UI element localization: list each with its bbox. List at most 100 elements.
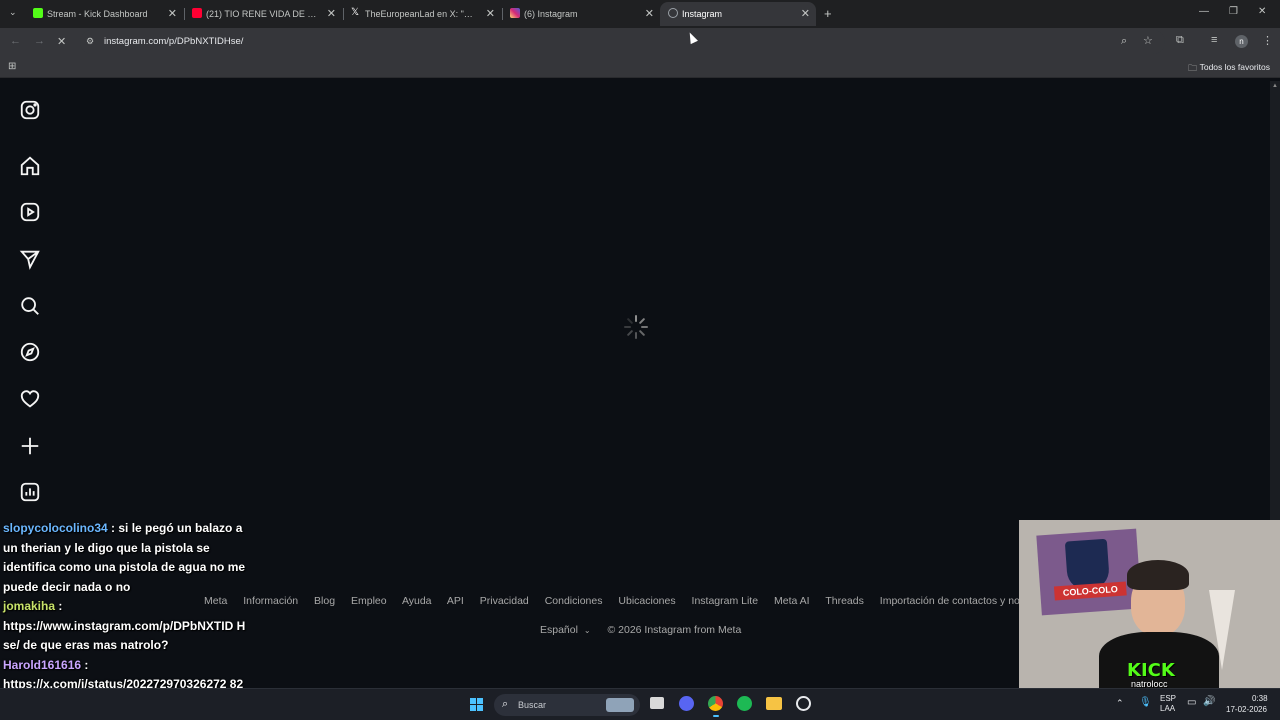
apps-grid-icon[interactable]: ⊞ [8, 61, 16, 72]
instagram-favicon-icon [510, 8, 520, 18]
tab-title: (21) TIO RENE VIDA DE ROCKST [206, 9, 322, 19]
footer-link[interactable]: Blog [314, 595, 335, 607]
media-control-icon[interactable]: ≡ [1211, 34, 1217, 46]
loading-favicon-icon [668, 8, 678, 18]
footer-link[interactable]: Condiciones [545, 595, 603, 607]
search-icon: ⌕ [502, 698, 509, 710]
tab-instagram-active[interactable]: Instagram ✕ [660, 2, 816, 26]
chat-message: jomakiha : [3, 597, 248, 617]
explore-icon[interactable] [19, 341, 41, 363]
chat-message: slopycolocolino34 : si le pegó un balazo… [3, 519, 248, 597]
messages-icon[interactable] [19, 248, 41, 270]
footer-bottom: Español ⌄ © 2026 Instagram from Meta [540, 624, 741, 636]
chat-text: : [81, 657, 89, 672]
instagram-logo-icon[interactable] [19, 99, 41, 121]
discord-icon[interactable] [679, 696, 694, 711]
network-icon[interactable]: ▭ [1187, 697, 1196, 708]
spotify-icon[interactable] [737, 696, 752, 711]
home-icon[interactable] [19, 155, 41, 177]
windows-start-icon[interactable] [470, 698, 484, 712]
chat-text: : [55, 599, 63, 613]
restore-icon[interactable]: ❐ [1229, 6, 1238, 17]
language-selector[interactable]: Español [540, 624, 578, 636]
dashboard-icon[interactable] [19, 481, 41, 503]
tab-title: Stream - Kick Dashboard [47, 9, 148, 19]
kick-favicon-icon [33, 8, 43, 18]
browser-toolbar: ← → ✕ ⚙ instagram.com/p/DPbNXTIDHse/ ⌕ ☆… [0, 28, 1280, 56]
back-icon[interactable]: ← [10, 35, 21, 47]
task-view-icon[interactable] [650, 697, 664, 709]
close-icon[interactable]: ✕ [486, 7, 495, 20]
footer-link[interactable]: Empleo [351, 595, 387, 607]
tab-youtube[interactable]: (21) TIO RENE VIDA DE ROCKST ✕ [192, 2, 336, 26]
tab-title: Instagram [682, 9, 723, 19]
chat-username: Harold161616 [3, 657, 82, 672]
bookmarks-bar: ⊞ 🗀 Todos los favoritos [0, 56, 1280, 78]
chevron-down-icon[interactable]: ⌄ [584, 626, 591, 635]
active-app-indicator [713, 715, 719, 717]
streamer-hair [1127, 560, 1189, 590]
tab-title: TheEuropeanLad en X: "Don Ca [365, 9, 477, 19]
new-tab-plus-icon[interactable]: + [824, 6, 832, 21]
footer-link[interactable]: Threads [825, 595, 864, 607]
clock-date[interactable]: 17-02-2026 [1226, 705, 1267, 714]
clock-time[interactable]: 0:38 [1252, 694, 1268, 703]
window-close-icon[interactable]: ✕ [1258, 6, 1266, 17]
language-indicator-sub[interactable]: LAA [1160, 704, 1175, 713]
search-highlight-icon [606, 698, 634, 712]
forward-icon[interactable]: → [34, 35, 45, 47]
minimize-icon[interactable]: — [1199, 6, 1209, 17]
wall-poster: COLO-COLO [1036, 528, 1142, 616]
app-icon[interactable] [796, 696, 811, 711]
chat-username: slopycolocolino34 [3, 521, 108, 535]
all-bookmarks-link[interactable]: Todos los favoritos [1200, 62, 1270, 72]
webcam-overlay: COLO-COLO KICK natrolocc [1019, 520, 1280, 688]
notifications-heart-icon[interactable] [19, 388, 41, 410]
youtube-favicon-icon [192, 8, 202, 18]
create-plus-icon[interactable] [19, 435, 41, 457]
tab-kick-dashboard[interactable]: Stream - Kick Dashboard ✕ [33, 2, 177, 26]
close-icon[interactable]: ✕ [645, 7, 654, 20]
footer-link[interactable]: Privacidad [480, 595, 529, 607]
stop-loading-icon[interactable]: ✕ [57, 35, 66, 48]
microphone-icon[interactable]: 🎙 [1139, 697, 1152, 708]
footer-link[interactable]: Importación de contactos y no usuarios [880, 595, 1020, 607]
footer-link[interactable]: Meta AI [774, 595, 810, 607]
footer-link[interactable]: Ubicaciones [618, 595, 675, 607]
tab-instagram-notifications[interactable]: (6) Instagram ✕ [510, 2, 654, 26]
chat-message: Harold161616 : [3, 656, 248, 676]
poster-text: COLO-COLO [1053, 581, 1127, 601]
chat-message: https://www.instagram.com/p/DPbNXTID Hse… [3, 617, 248, 656]
extensions-icon[interactable]: ⧉ [1176, 34, 1184, 47]
folder-icon: 🗀 [1188, 63, 1198, 73]
footer-link[interactable]: Instagram Lite [692, 595, 759, 607]
kick-logo: KICK [1127, 660, 1175, 681]
file-explorer-icon[interactable] [766, 697, 782, 710]
instagram-footer-links: Meta Información Blog Empleo Ayuda API P… [204, 595, 1020, 609]
url-text[interactable]: instagram.com/p/DPbNXTIDHse/ [104, 36, 243, 47]
zoom-icon[interactable]: ⌕ [1121, 35, 1127, 48]
tab-title: (6) Instagram [524, 9, 578, 19]
profile-avatar[interactable]: n [1235, 35, 1248, 48]
menu-kebab-icon[interactable]: ⋮ [1262, 34, 1273, 47]
tray-chevron-up-icon[interactable]: ⌃ [1116, 698, 1124, 709]
close-icon[interactable]: ✕ [327, 7, 336, 20]
chrome-icon[interactable] [708, 696, 723, 711]
footer-link[interactable]: Información [243, 595, 298, 607]
reels-icon[interactable] [19, 201, 41, 223]
loading-spinner-icon [622, 313, 650, 341]
kick-handle: natrolocc [1131, 679, 1168, 688]
taskbar-search[interactable]: ⌕ Buscar [494, 694, 640, 716]
bookmark-star-icon[interactable]: ☆ [1143, 34, 1153, 47]
footer-link[interactable]: API [447, 595, 464, 607]
language-indicator[interactable]: ESP [1160, 694, 1176, 703]
footer-link[interactable]: Ayuda [402, 595, 432, 607]
site-info-icon[interactable]: ⚙ [86, 36, 94, 47]
close-icon[interactable]: ✕ [801, 7, 810, 20]
volume-icon[interactable]: 🔊 [1203, 696, 1215, 707]
search-icon[interactable] [19, 295, 41, 317]
close-icon[interactable]: ✕ [168, 7, 177, 20]
tab-search-icon[interactable]: ⌄ [9, 7, 17, 18]
tab-x[interactable]: 𝕏 TheEuropeanLad en X: "Don Ca ✕ [351, 2, 495, 26]
browser-tab-strip: ⌄ Stream - Kick Dashboard ✕ (21) TIO REN… [0, 0, 1280, 28]
